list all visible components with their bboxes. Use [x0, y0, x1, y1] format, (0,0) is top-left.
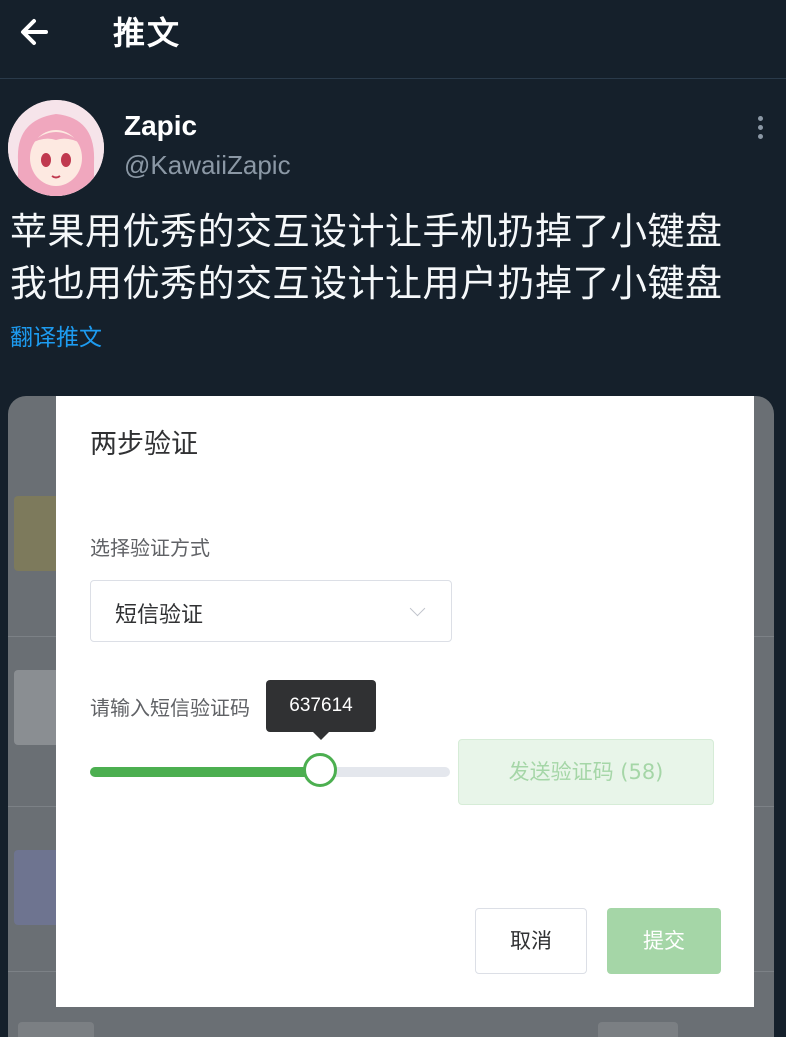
author-name[interactable]: Zapic [124, 110, 197, 142]
dialog-title: 两步验证 [90, 429, 198, 460]
code-label: 请输入短信验证码 [90, 696, 250, 720]
slider-fill [90, 767, 321, 777]
select-value: 短信验证 [115, 603, 204, 628]
tooltip-arrow [313, 732, 329, 740]
avatar[interactable] [8, 100, 104, 196]
author-handle[interactable]: @KawaiiZapic [124, 150, 291, 181]
method-label: 选择验证方式 [90, 536, 210, 560]
cancel-button[interactable]: 取消 [475, 908, 587, 974]
send-code-button[interactable]: 发送验证码 (58) [458, 739, 714, 805]
verification-method-select[interactable]: 短信验证 [90, 580, 452, 642]
code-slider[interactable] [90, 753, 450, 787]
tweet-text-line-1: 苹果用优秀的交互设计让手机扔掉了小键盘 [10, 210, 723, 253]
tweet-text-line-2: 我也用优秀的交互设计让用户扔掉了小键盘 [10, 262, 723, 305]
back-arrow-icon[interactable] [16, 12, 60, 52]
slider-handle[interactable] [303, 753, 338, 787]
top-bar: 推文 [0, 0, 786, 79]
page-title: 推文 [113, 14, 182, 52]
more-options-icon[interactable] [746, 112, 774, 146]
chevron-down-icon [409, 600, 426, 617]
slider-tooltip: 637614 [266, 680, 376, 732]
two-step-verification-dialog: 两步验证 选择验证方式 短信验证 请输入短信验证码 637614 发送验证码 (… [56, 396, 754, 1007]
translate-tweet-link[interactable]: 翻译推文 [10, 318, 102, 352]
submit-button[interactable]: 提交 [607, 908, 721, 974]
